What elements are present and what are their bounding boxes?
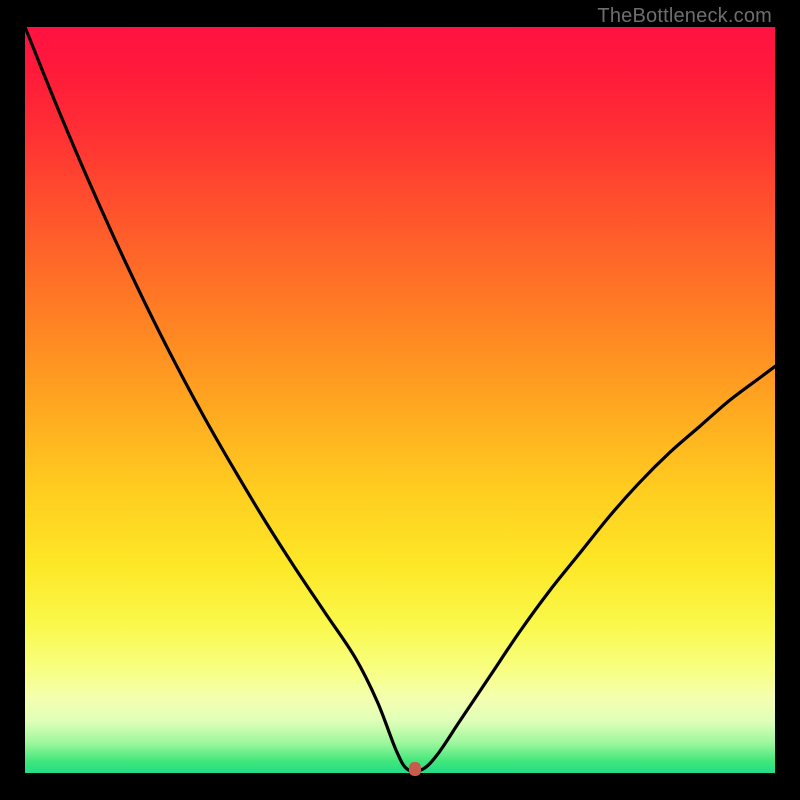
watermark-text: TheBottleneck.com [597,5,772,28]
minimum-marker [409,762,421,776]
plot-area [25,27,775,773]
bottleneck-curve [25,27,775,773]
chart-frame: TheBottleneck.com [0,0,800,800]
